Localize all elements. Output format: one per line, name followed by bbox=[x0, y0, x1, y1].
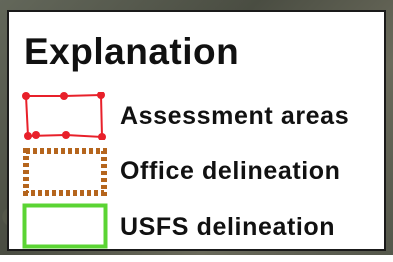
legend-label-office-delineation: Office delineation bbox=[120, 157, 341, 185]
legend-title: Explanation bbox=[24, 31, 240, 72]
legend-label-usfs-delineation: USFS delineation bbox=[120, 213, 336, 241]
map-legend: Explanation Assessment areas Office deli… bbox=[7, 10, 386, 251]
legend-item-office-delineation: Office delineation bbox=[9, 145, 384, 205]
assessment-area-symbol-icon bbox=[22, 92, 106, 140]
legend-label-assessment-areas: Assessment areas bbox=[120, 102, 350, 130]
legend-item-assessment-areas: Assessment areas bbox=[9, 92, 384, 152]
office-delineation-symbol-icon bbox=[23, 148, 107, 196]
legend-item-usfs-delineation: USFS delineation bbox=[9, 202, 384, 262]
usfs-delineation-symbol-icon bbox=[22, 203, 108, 249]
